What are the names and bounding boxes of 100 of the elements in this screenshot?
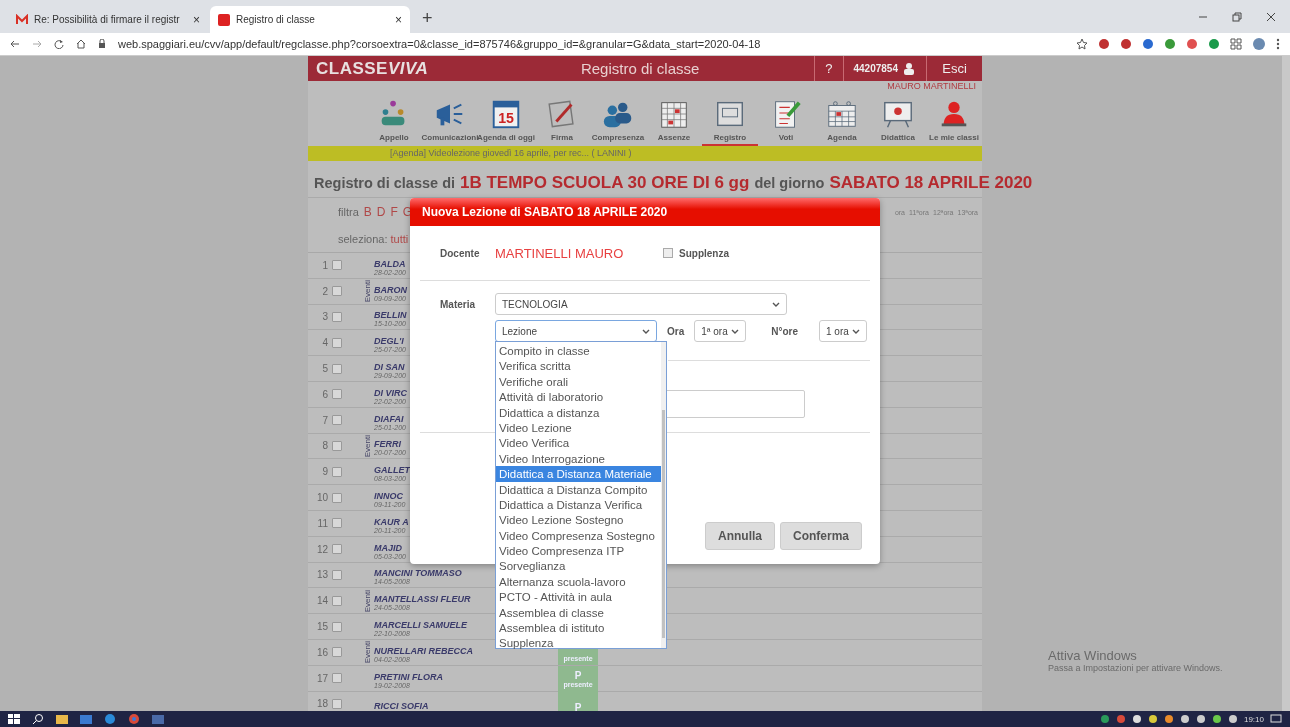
scrollbar[interactable] <box>660 342 666 648</box>
nav-item[interactable]: Le mie classi <box>926 93 982 146</box>
student-name[interactable]: DI SAN <box>374 362 405 373</box>
notice-banner[interactable]: [Agenda] Videolezione giovedì 16 aprile, per rec... ( LANINI ) <box>308 146 982 161</box>
home-icon[interactable] <box>76 39 86 49</box>
tray-icon[interactable] <box>1227 714 1238 724</box>
tray-icon[interactable] <box>1163 714 1174 724</box>
app-icon[interactable] <box>152 714 164 724</box>
student-name[interactable]: DEGL'I <box>374 336 404 347</box>
extension-icon[interactable] <box>1098 38 1110 50</box>
student-checkbox[interactable] <box>332 595 342 606</box>
student-checkbox[interactable] <box>332 312 342 322</box>
dropdown-option[interactable]: Alternanza scuola-lavoro <box>496 573 661 590</box>
dropdown-option[interactable]: Assemblea di istituto <box>496 620 661 636</box>
tray-icon[interactable] <box>1147 714 1158 724</box>
student-checkbox[interactable] <box>332 363 342 374</box>
student-name[interactable]: PRETINI FLORA <box>374 671 443 682</box>
extension-icon[interactable] <box>1208 38 1220 50</box>
student-name[interactable]: BALDA <box>374 258 406 269</box>
select-all-link[interactable]: tutti <box>390 233 409 245</box>
nav-item[interactable]: Voti <box>758 93 814 146</box>
tray-icon[interactable] <box>1195 714 1206 724</box>
subject-select[interactable]: TECNOLOGIA <box>495 293 787 315</box>
close-icon[interactable] <box>1266 11 1276 22</box>
extension-icon[interactable] <box>1120 38 1132 50</box>
extension-icon[interactable] <box>1186 38 1198 50</box>
nav-item[interactable]: Comunicazioni <box>422 93 478 146</box>
dropdown-option[interactable]: Didattica a distanza <box>496 404 661 420</box>
dropdown-option[interactable]: Video Compresenza ITP <box>496 543 661 559</box>
dropdown-option[interactable]: PCTO - Attività in aula <box>496 589 661 605</box>
substitute-checkbox[interactable] <box>663 248 673 258</box>
extension-icon[interactable] <box>1142 38 1154 50</box>
events-label[interactable]: Eventi <box>362 589 372 612</box>
folder-icon[interactable] <box>56 714 68 724</box>
student-name[interactable]: BARON <box>374 284 407 295</box>
student-checkbox[interactable] <box>332 415 342 426</box>
grid-icon[interactable] <box>1230 38 1242 50</box>
star-icon[interactable] <box>1076 38 1088 50</box>
restore-icon[interactable] <box>1232 11 1242 22</box>
dropdown-option[interactable]: Video Verifica <box>496 435 661 451</box>
events-label[interactable]: Eventi <box>362 280 372 303</box>
back-icon[interactable] <box>10 39 20 49</box>
nav-item[interactable]: Assenze <box>646 93 702 146</box>
search-icon[interactable] <box>32 713 44 725</box>
logout-button[interactable]: Esci <box>926 56 982 81</box>
events-label[interactable]: Eventi <box>362 641 372 664</box>
new-tab-button[interactable]: + <box>412 8 443 33</box>
hour-select[interactable]: 1ª ora <box>694 320 747 342</box>
dropdown-option[interactable]: Compito in classe <box>496 343 661 359</box>
dropdown-option[interactable]: Didattica a Distanza Verifica <box>496 496 661 513</box>
scrollbar[interactable] <box>1282 56 1290 711</box>
confirm-button[interactable]: Conferma <box>780 522 862 550</box>
dropdown-option[interactable]: Video Compresenza Sostegno <box>496 527 661 544</box>
student-name[interactable]: MANTELLASSI FLEUR <box>374 594 471 605</box>
address-bar[interactable]: web.spaggiari.eu/cvv/app/default/regclasse.php?corsoextra=0&classe_id=875746&gruppo_id=&granular=G&data_start=2020-04-18 <box>118 38 761 50</box>
nav-item[interactable]: Didattica <box>870 93 926 146</box>
help-button[interactable]: ? <box>814 56 843 81</box>
profile-icon[interactable] <box>1252 37 1266 51</box>
type-select[interactable]: Lezione <box>495 320 657 342</box>
filter-letter[interactable]: D <box>376 205 386 219</box>
cancel-button[interactable]: Annulla <box>705 522 775 550</box>
nav-item[interactable]: Compresenza <box>590 93 646 146</box>
student-checkbox[interactable] <box>332 440 342 451</box>
student-name[interactable]: MARCELLI SAMUELE <box>374 620 467 631</box>
student-name[interactable]: BELLIN <box>374 310 407 321</box>
dropdown-option[interactable]: Video Lezione <box>496 419 661 436</box>
dropdown-option[interactable]: Verifica scritta <box>496 358 661 374</box>
student-checkbox[interactable] <box>332 492 342 503</box>
events-label[interactable]: Eventi <box>362 434 372 458</box>
dropdown-option[interactable]: Didattica a Distanza Compito <box>496 481 661 497</box>
student-checkbox[interactable] <box>332 673 342 684</box>
student-checkbox[interactable] <box>332 337 342 348</box>
student-name[interactable]: KAUR A <box>374 516 409 527</box>
dropdown-option[interactable]: Sorveglianza <box>496 558 661 574</box>
dropdown-option[interactable]: Attività di laboratorio <box>496 389 661 405</box>
dropdown-option[interactable]: Video Lezione Sostegno <box>496 512 661 528</box>
student-name[interactable]: MAJID <box>374 542 402 553</box>
student-name[interactable]: GALLET <box>374 465 410 476</box>
filter-letter[interactable]: B <box>363 205 372 219</box>
hours-count-select[interactable]: 1 ora <box>819 320 868 342</box>
student-name[interactable]: NURELLARI REBECCA <box>374 645 473 656</box>
student-name[interactable]: DIAFAI <box>374 413 404 424</box>
student-checkbox[interactable] <box>332 286 342 297</box>
student-checkbox[interactable] <box>332 518 342 529</box>
student-name[interactable]: RICCI SOFIA <box>374 700 429 711</box>
student-name[interactable]: MANCINI TOMMASO <box>374 568 462 579</box>
browser-tab[interactable]: Registro di classe × <box>210 6 410 33</box>
filter-letter[interactable]: F <box>390 205 398 219</box>
nav-item[interactable]: Appello <box>366 93 422 146</box>
dropdown-option[interactable]: Assemblea di classe <box>496 604 661 621</box>
tray-icon[interactable] <box>1179 714 1190 724</box>
extension-icon[interactable] <box>1164 38 1176 50</box>
notification-icon[interactable] <box>1270 714 1282 724</box>
tray-icon[interactable] <box>1211 714 1222 724</box>
nav-item[interactable]: Firma <box>534 93 590 146</box>
browser-tab[interactable]: Re: Possibilità di firmare il registr × <box>8 6 208 33</box>
student-checkbox[interactable] <box>332 698 342 709</box>
student-checkbox[interactable] <box>332 621 342 632</box>
student-name[interactable]: DI VIRC <box>374 387 407 398</box>
nav-item[interactable]: Agenda <box>814 93 870 146</box>
